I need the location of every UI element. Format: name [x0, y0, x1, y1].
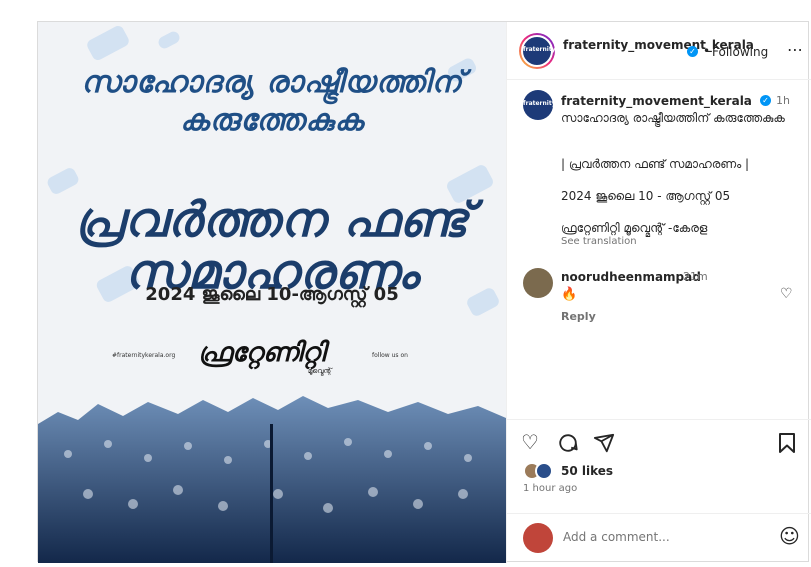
- share-icon[interactable]: [593, 432, 615, 454]
- poster-logo: ഫ്രറ്റേണിറ്റി: [198, 338, 326, 368]
- post-dialog: സാഹോദര്യ രാഷ്ട്രീയത്തിന് കരുത്തേകുക പ്രവ…: [37, 21, 811, 563]
- verified-badge-icon: ✓: [760, 95, 771, 106]
- poster-headline: സാഹോദര്യ രാഷ്ട്രീയത്തിന് കരുത്തേകുക: [81, 65, 463, 138]
- more-options-icon[interactable]: ⋯: [787, 40, 804, 59]
- caption-line: | പ്രവർത്തന ഫണ്ട് സമാഹരണം |: [561, 157, 750, 171]
- avatar: fraternity: [521, 35, 556, 67]
- reply-button[interactable]: Reply: [561, 310, 596, 323]
- poster-logo-subtitle: മൂവ്മെന്റ്: [308, 367, 332, 375]
- verified-badge-icon: ✓: [687, 46, 698, 57]
- comment-text: 🔥: [561, 287, 578, 302]
- divider: [507, 419, 811, 420]
- likes-count[interactable]: 50 likes: [561, 464, 613, 478]
- post-age: 1 hour ago: [523, 483, 578, 494]
- poster-date: 2024 ജൂലൈ 10-ആഗസ്റ്റ് 05: [145, 284, 399, 305]
- caption-timestamp[interactable]: 1h: [776, 94, 790, 107]
- caption-line: 2024 ജൂലൈ 10 - ആഗസ്റ്റ് 05: [561, 189, 731, 203]
- poster-website: #fraternitykerala.org: [112, 352, 176, 359]
- profile-avatar-ring[interactable]: fraternity: [519, 33, 556, 69]
- divider: [507, 513, 811, 514]
- comment-avatar[interactable]: [523, 268, 553, 298]
- comment-username[interactable]: noorudheenmampad: [561, 270, 701, 284]
- caption-line: ഫ്രറ്റേണിറ്റി മൂവ്മെന്റ് -കേരള: [561, 221, 708, 235]
- post-side-panel: fraternity fraternity_movement_kerala ✓ …: [506, 22, 811, 563]
- see-translation-link[interactable]: See translation: [561, 236, 637, 247]
- like-icon[interactable]: ♡: [521, 430, 539, 454]
- current-user-avatar: [523, 523, 553, 553]
- save-bookmark-icon[interactable]: [777, 432, 797, 454]
- post-header: fraternity fraternity_movement_kerala ✓ …: [507, 22, 811, 80]
- avatar-logo-text: fraternity: [523, 46, 556, 53]
- avatar-logo-text: fraternity: [523, 100, 556, 107]
- comment-input[interactable]: [563, 530, 763, 544]
- liker-avatar: [535, 462, 553, 480]
- caption-username[interactable]: fraternity_movement_kerala: [561, 94, 752, 108]
- comment-timestamp: 21m: [683, 270, 708, 283]
- poster-decoration: [156, 29, 182, 51]
- comment-like-icon[interactable]: ♡: [780, 286, 793, 302]
- post-image[interactable]: സാഹോദര്യ രാഷ്ട്രീയത്തിന് കരുത്തേകുക പ്രവ…: [38, 22, 506, 563]
- caption-line: സാഹോദര്യ രാഷ്ട്രീയത്തിന് കരുത്തേകുക: [561, 111, 785, 125]
- emoji-picker-icon[interactable]: ☺: [779, 524, 800, 548]
- following-button[interactable]: Following: [712, 45, 768, 59]
- comment-icon[interactable]: [557, 432, 579, 454]
- caption-avatar[interactable]: fraternity: [523, 90, 556, 120]
- poster-social-text: follow us on: [372, 352, 408, 359]
- poster-campaign-title: പ്രവർത്തന ഫണ്ട് സമാഹരണം: [74, 192, 470, 300]
- crowd-photo: [38, 396, 506, 563]
- separator-dot: •: [703, 44, 711, 58]
- header-username[interactable]: fraternity_movement_kerala: [563, 38, 754, 53]
- poster-decoration: [85, 23, 131, 63]
